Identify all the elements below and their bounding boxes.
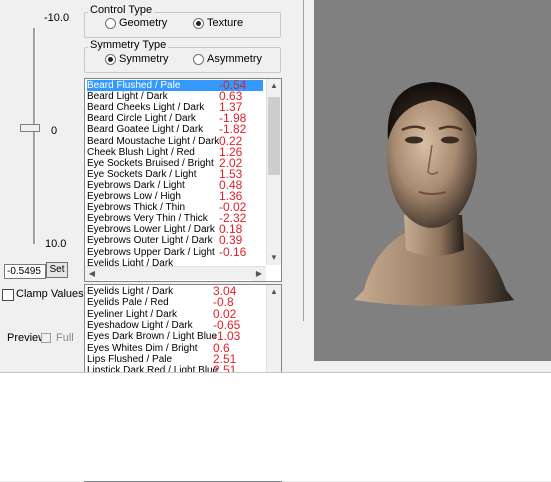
list-item[interactable]: Eyebrows Upper Dark / Light -0.16 bbox=[87, 244, 263, 259]
list-item-name: Beard Light / Dark bbox=[87, 91, 168, 103]
top-list-hscrollbar[interactable]: ◀ ▶ bbox=[85, 266, 266, 281]
texture-radio-label: Texture bbox=[207, 17, 244, 29]
full-label: Full bbox=[56, 332, 74, 344]
asymmetry-radio-label: Asymmetry bbox=[207, 53, 262, 65]
list-item[interactable]: Lips Flushed / Pale 2.51 bbox=[87, 353, 263, 365]
list-item-name: Eyebrows Outer Light / Dark bbox=[87, 235, 213, 247]
list-item-name: Eyeliner Light / Dark bbox=[87, 308, 178, 320]
list-item[interactable]: Eyes Dark Brown / Light Blue -1.03 bbox=[87, 330, 263, 343]
list-item-name: Eye Sockets Bruised / Bright bbox=[87, 157, 214, 169]
top-list-vscrollbar[interactable]: ▲ ▼ bbox=[266, 79, 281, 265]
scroll-up-icon[interactable]: ▲ bbox=[267, 285, 281, 299]
scroll-up-icon[interactable]: ▲ bbox=[267, 79, 281, 93]
value-slider-thumb[interactable] bbox=[20, 124, 40, 132]
list-item-name: Beard Cheeks Light / Dark bbox=[87, 102, 205, 114]
clamp-values-label: Clamp Values bbox=[16, 288, 84, 300]
list-item-name: Eyeshadow Light / Dark bbox=[87, 319, 193, 331]
list-item-name: Eyes Dark Brown / Light Blue bbox=[87, 331, 218, 343]
list-item-name: Eyebrows Lower Light / Dark bbox=[87, 224, 215, 236]
head-render bbox=[354, 82, 514, 306]
list-item[interactable]: Eyes Whites Dim / Bright 0.6 bbox=[87, 342, 263, 354]
scroll-down-icon[interactable]: ▼ bbox=[267, 251, 281, 265]
list-item-name: Beard Flushed / Pale bbox=[87, 80, 181, 91]
geometry-radio[interactable] bbox=[105, 18, 116, 29]
list-item-name: Eyebrows Thick / Thin bbox=[87, 202, 186, 214]
list-item[interactable]: Eyelids Pale / Red -0.8 bbox=[87, 296, 263, 309]
panel-divider bbox=[303, 0, 304, 321]
list-item-name: Eyelids Pale / Red bbox=[87, 297, 169, 309]
scroll-left-icon[interactable]: ◀ bbox=[85, 267, 99, 281]
slider-max-label: -10.0 bbox=[44, 12, 70, 24]
list-item-name: Cheek Blush Light / Red bbox=[87, 146, 195, 158]
preview-full-checkbox[interactable] bbox=[41, 333, 51, 343]
bottom-grid-area bbox=[0, 372, 551, 481]
control-type-title: Control Type bbox=[88, 4, 155, 16]
list-item-name: Lips Flushed / Pale bbox=[87, 353, 173, 365]
3d-preview-viewport[interactable] bbox=[314, 0, 551, 361]
slider-value-field[interactable]: -0.5495 bbox=[4, 264, 46, 279]
set-button[interactable]: Set bbox=[46, 262, 68, 278]
symmetry-radio-label: Symmetry bbox=[119, 53, 169, 65]
symmetry-type-title: Symmetry Type bbox=[88, 39, 169, 51]
geometry-radio-label: Geometry bbox=[119, 17, 168, 29]
list-item-name: Eyebrows Upper Dark / Light bbox=[87, 246, 215, 258]
list-item-name: Eyebrows Very Thin / Thick bbox=[87, 213, 208, 225]
list-item-value: -0.16 bbox=[219, 244, 247, 259]
texture-radio[interactable] bbox=[193, 18, 204, 29]
slider-mid-label: 0 bbox=[51, 125, 58, 137]
list-item-name: Eyebrows Low / High bbox=[87, 191, 181, 202]
scroll-right-icon[interactable]: ▶ bbox=[252, 267, 266, 281]
list-item-name: Beard Goatee Light / Dark bbox=[87, 124, 204, 136]
list-item-name: Eye Sockets Dark / Light bbox=[87, 168, 197, 180]
list-item[interactable]: Eyelids Light / Dark 3.04 bbox=[87, 285, 263, 297]
list-item-name: Eyebrows Dark / Light bbox=[87, 179, 185, 191]
list-item-name: Eyelids Light / Dark bbox=[87, 286, 174, 297]
texture-list-top[interactable]: Beard Flushed / Pale -0.54 Beard Light / D… bbox=[84, 78, 282, 282]
list-item-name: Beard Moustache Light / Dark bbox=[87, 135, 220, 147]
scroll-thumb[interactable] bbox=[268, 97, 280, 175]
asymmetry-radio[interactable] bbox=[193, 54, 204, 65]
clamp-values-checkbox[interactable] bbox=[2, 289, 14, 301]
list-item-name: Beard Circle Light / Dark bbox=[87, 113, 196, 125]
list-item-name: Eyes Whites Dim / Bright bbox=[87, 342, 198, 354]
symmetry-radio[interactable] bbox=[105, 54, 116, 65]
slider-min-label: 10.0 bbox=[45, 238, 67, 250]
value-slider-track[interactable] bbox=[33, 28, 36, 244]
